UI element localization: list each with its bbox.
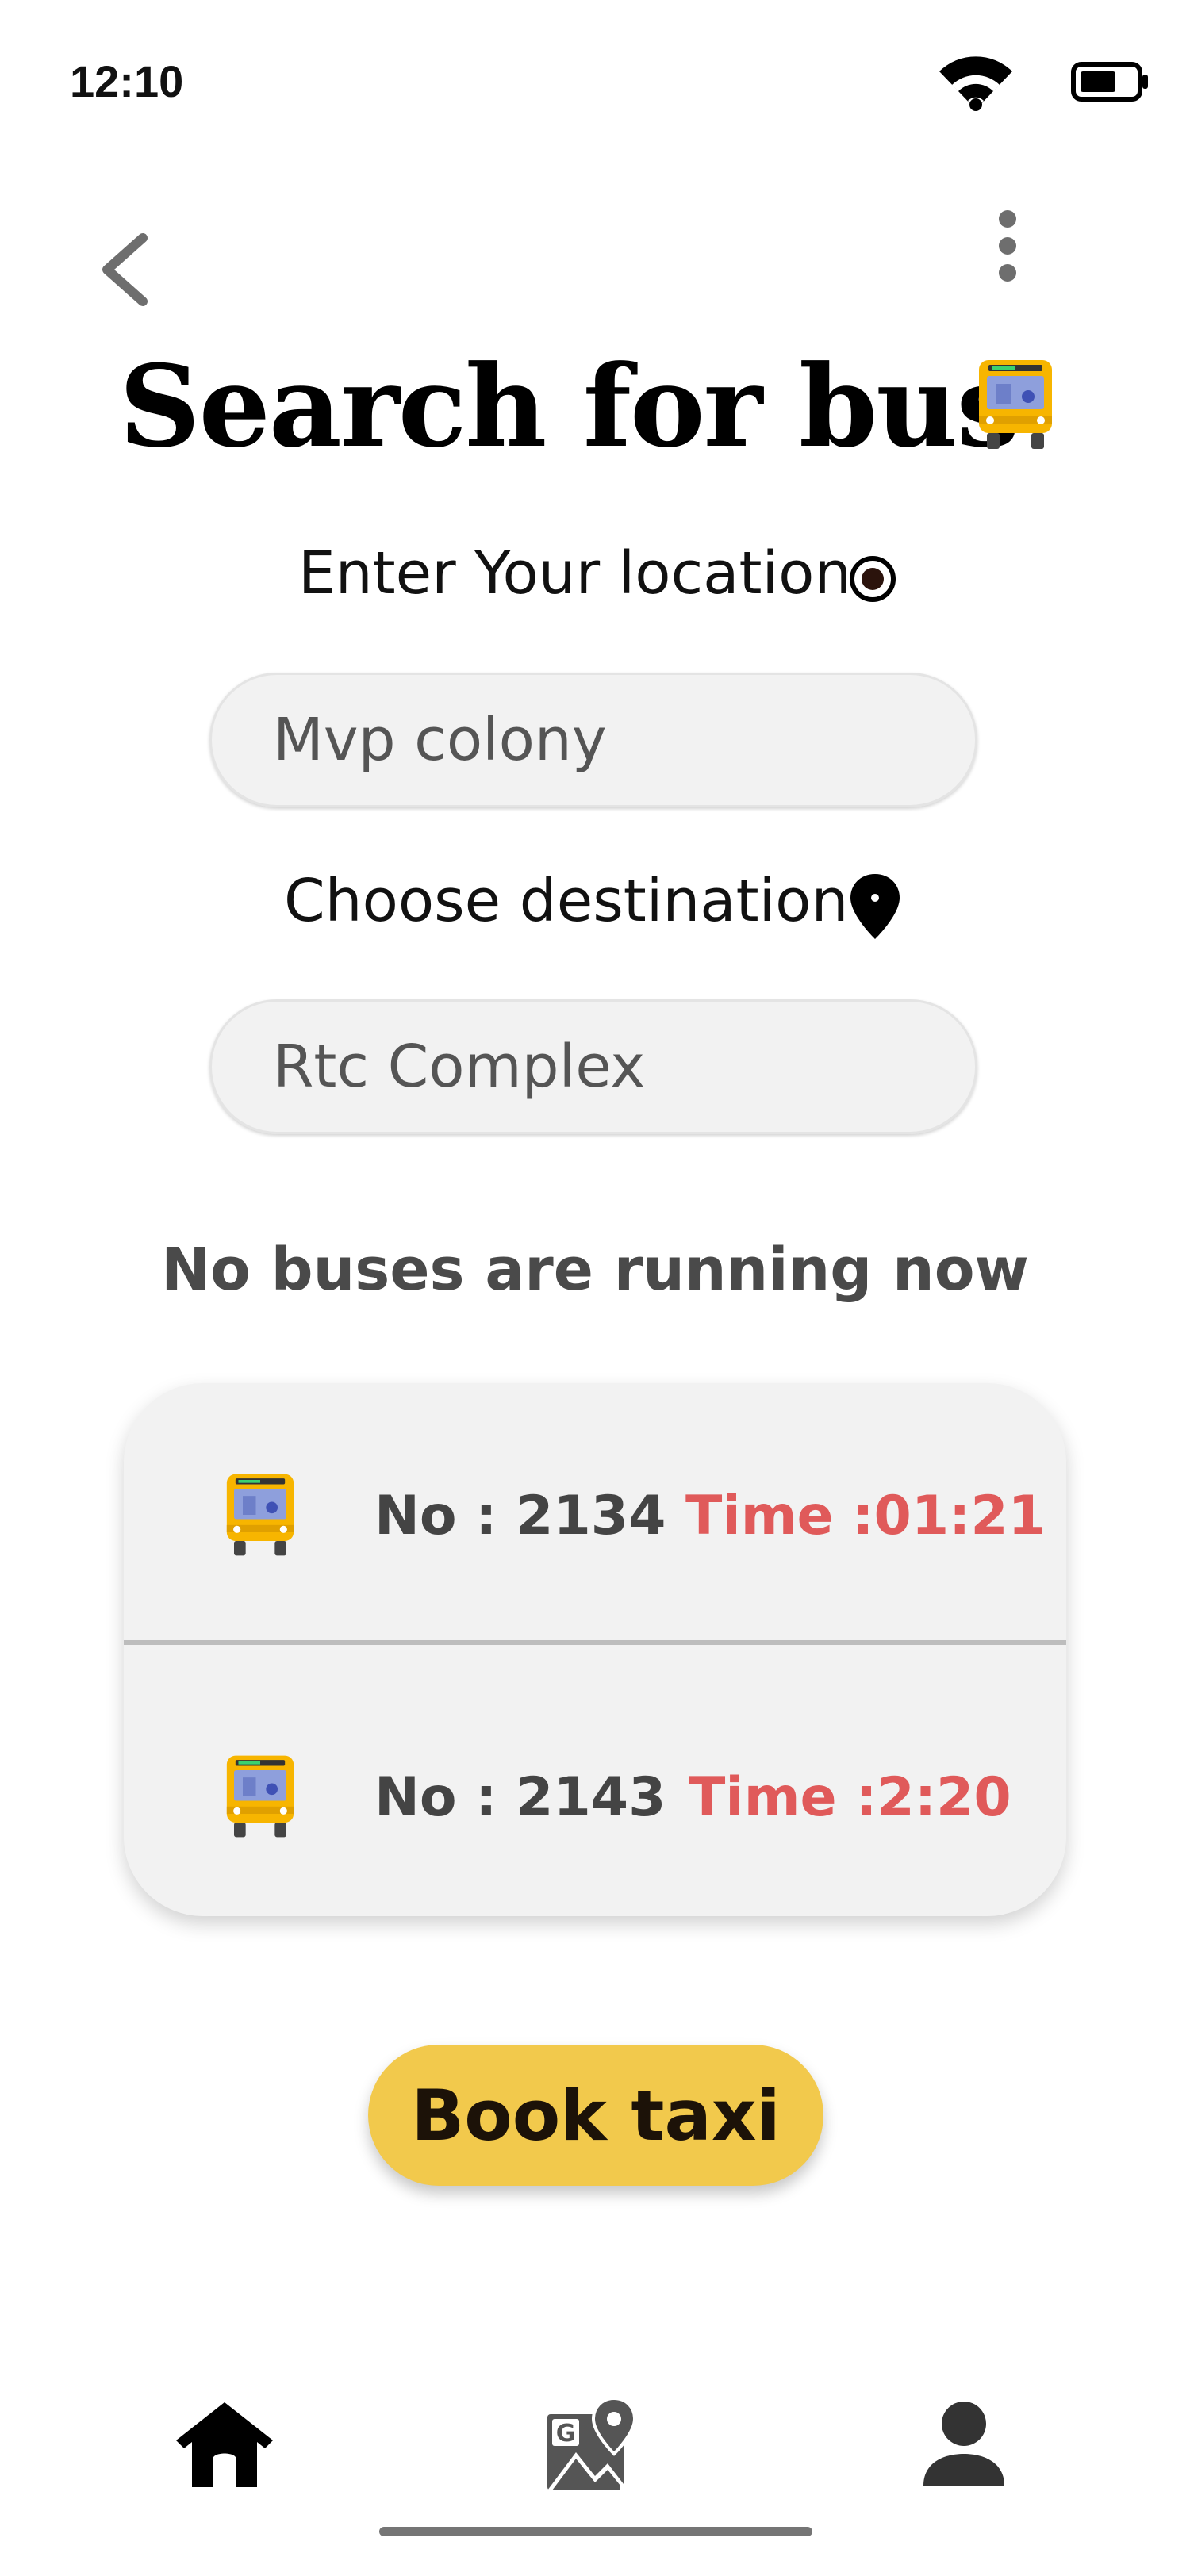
- status-time: 12:10: [70, 56, 184, 106]
- home-indicator: [379, 2527, 812, 2536]
- radio-target-icon: [850, 556, 896, 602]
- bus-list-divider: [124, 1640, 1066, 1645]
- bus-time: Time :01:21: [685, 1485, 1046, 1547]
- destination-input[interactable]: [209, 999, 977, 1134]
- no-buses-notice: No buses are running now: [161, 1236, 1029, 1304]
- more-options-icon[interactable]: [984, 206, 1031, 286]
- location-label: Enter Your location: [298, 539, 852, 608]
- user-icon[interactable]: [920, 2400, 1008, 2489]
- map-icon[interactable]: G: [544, 2397, 641, 2494]
- wifi-icon: [939, 56, 1012, 111]
- location-input[interactable]: [209, 673, 977, 807]
- back-icon[interactable]: [95, 230, 159, 309]
- bus-icon: [226, 1474, 294, 1556]
- home-icon[interactable]: [173, 2399, 276, 2490]
- svg-text:G: G: [556, 2420, 576, 2448]
- bus-icon: [979, 360, 1052, 449]
- page-title: Search for bus: [119, 341, 1019, 473]
- bus-time: Time :2:20: [689, 1766, 1012, 1829]
- map-pin-icon: [850, 874, 900, 939]
- battery-icon: [1071, 62, 1148, 102]
- bus-icon: [226, 1755, 294, 1838]
- book-taxi-button[interactable]: Book taxi: [368, 2045, 823, 2186]
- bus-number: No : 2143: [374, 1766, 666, 1829]
- bus-number: No : 2134: [374, 1485, 666, 1547]
- destination-label: Choose destination: [284, 867, 849, 935]
